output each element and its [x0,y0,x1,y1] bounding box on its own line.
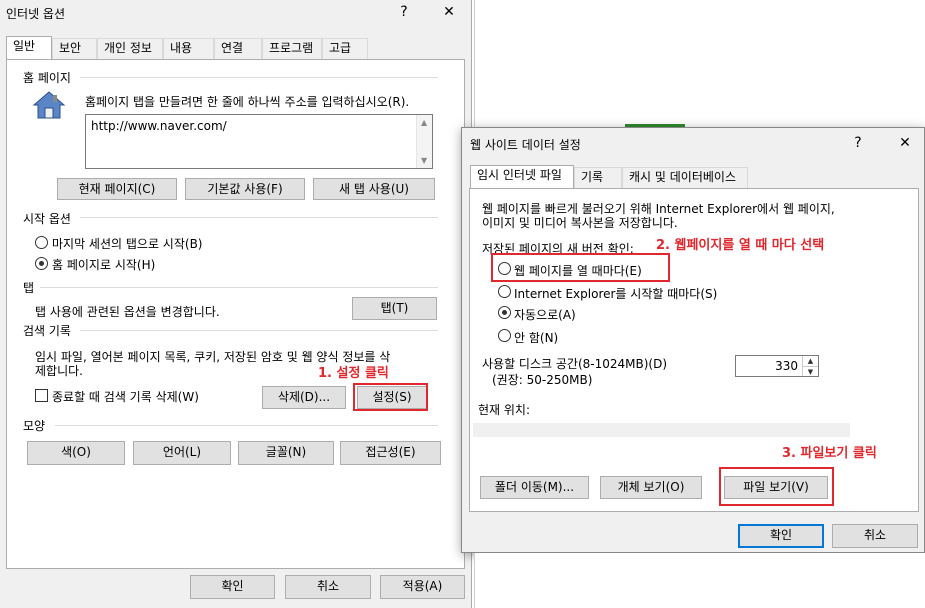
tabs-button[interactable]: 탭(T) [352,297,437,320]
tabs-group-label: 탭 [23,281,35,295]
radio-never-label[interactable]: 안 함(N) [514,329,558,346]
radio-home-page-label[interactable]: 홈 페이지로 시작(H) [52,256,155,273]
internet-options-dialog: 인터넷 옵션 ? ✕ 일반 보안 개인 정보 내용 연결 프로그램 고급 홈 페… [0,0,472,608]
settings-ok-button[interactable]: 확인 [738,524,824,548]
home-page-group-label: 홈 페이지 [23,71,71,85]
current-location-field [473,423,850,437]
settings-cancel-button[interactable]: 취소 [832,524,918,548]
history-divider [80,330,438,331]
tab-connections[interactable]: 연결 [214,38,262,59]
tabs-divider [40,287,438,288]
view-objects-button[interactable]: 개체 보기(O) [600,476,702,499]
settings-close-button[interactable]: ✕ [894,133,916,153]
tab-content[interactable]: 내용 [163,38,214,59]
history-group-label: 검색 기록 [23,324,71,338]
disk-space-label: 사용할 디스크 공간(8-1024MB)(D) [482,357,668,371]
appearance-group-label: 모양 [23,419,46,433]
annotation-step-1: 1. 설정 클릭 [318,366,389,381]
every-visit-highlight-box [491,253,670,282]
textarea-scrollbar[interactable]: ▲ ▼ [416,115,432,168]
cancel-button[interactable]: 취소 [285,575,371,599]
tab-advanced[interactable]: 고급 [322,38,368,59]
radio-last-session-label[interactable]: 마지막 세션의 탭으로 시작(B) [52,235,202,252]
settings-description-line2: 이미지 및 미디어 복사본을 저장합니다. [482,216,678,230]
colors-button[interactable]: 색(O) [27,441,125,465]
radio-automatically-label[interactable]: 자동으로(A) [514,306,576,323]
use-default-button[interactable]: 기본값 사용(F) [185,178,305,200]
spinner-down-icon[interactable]: ▼ [802,366,818,376]
home-page-url: http://www.naver.com/ [91,119,227,133]
close-button[interactable]: ✕ [438,2,460,22]
use-new-tab-button[interactable]: 새 탭 사용(U) [313,178,435,200]
ok-button[interactable]: 확인 [190,575,275,599]
home-icon [32,90,66,120]
delete-history-button[interactable]: 삭제(D)... [262,386,346,409]
accessibility-button[interactable]: 접근성(E) [340,441,441,465]
home-page-divider [80,77,438,78]
tab-security[interactable]: 보안 [52,38,97,59]
radio-automatically[interactable] [498,306,511,319]
view-files-highlight-box [719,467,834,506]
tab-programs[interactable]: 프로그램 [262,38,322,59]
move-folder-button[interactable]: 폴더 이동(M)... [480,476,589,499]
disk-space-value[interactable]: 330 [775,359,798,373]
annotation-step-3: 3. 파일보기 클릭 [782,446,877,461]
background-window-strip [474,0,925,127]
radio-last-session[interactable] [35,236,48,249]
startup-group-label: 시작 옵션 [23,212,71,226]
radio-every-start-label[interactable]: Internet Explorer를 시작할 때마다(S) [514,285,717,302]
annotation-step-2: 2. 웹페이지를 열 때 마다 선택 [656,238,825,253]
radio-home-page[interactable] [35,257,48,270]
apply-button[interactable]: 적용(A) [380,575,465,599]
tabs-description: 탭 사용에 관련된 옵션을 변경합니다. [35,305,220,319]
background-window-bottom [474,553,925,608]
fonts-button[interactable]: 글꼴(N) [238,441,334,465]
radio-never[interactable] [498,329,511,342]
spinner-up-icon[interactable]: ▲ [802,356,818,366]
current-location-label: 현재 위치: [478,403,531,417]
tab-general[interactable]: 일반 [6,36,52,60]
settings-highlight-box [353,383,428,411]
settings-dialog-title: 웹 사이트 데이터 설정 [470,138,581,152]
settings-help-button[interactable]: ? [847,133,869,153]
startup-divider [80,217,438,218]
tab-caches-databases[interactable]: 캐시 및 데이터베이스 [622,167,748,188]
dialog-title: 인터넷 옵션 [6,7,66,21]
delete-on-exit-checkbox[interactable] [35,389,48,402]
appearance-divider [55,425,438,426]
delete-on-exit-label[interactable]: 종료할 때 검색 기록 삭제(W) [52,388,199,405]
tab-privacy[interactable]: 개인 정보 [97,38,163,59]
history-description-line2: 제합니다. [35,364,83,378]
use-current-button[interactable]: 현재 페이지(C) [57,178,177,200]
tab-history[interactable]: 기록 [574,167,622,188]
tab-temporary-internet-files[interactable]: 임시 인터넷 파일 [470,165,574,189]
languages-button[interactable]: 언어(L) [133,441,231,465]
home-page-url-textarea[interactable]: http://www.naver.com/ ▲ ▼ [85,114,433,169]
disk-space-recommend: (권장: 50-250MB) [492,373,593,387]
home-page-description: 홈페이지 탭을 만들려면 한 줄에 하나씩 주소를 입력하십시오(R). [85,95,410,109]
disk-space-spinner[interactable]: 330 ▲ ▼ [735,355,819,377]
help-button[interactable]: ? [393,2,415,22]
radio-every-start[interactable] [498,285,511,298]
